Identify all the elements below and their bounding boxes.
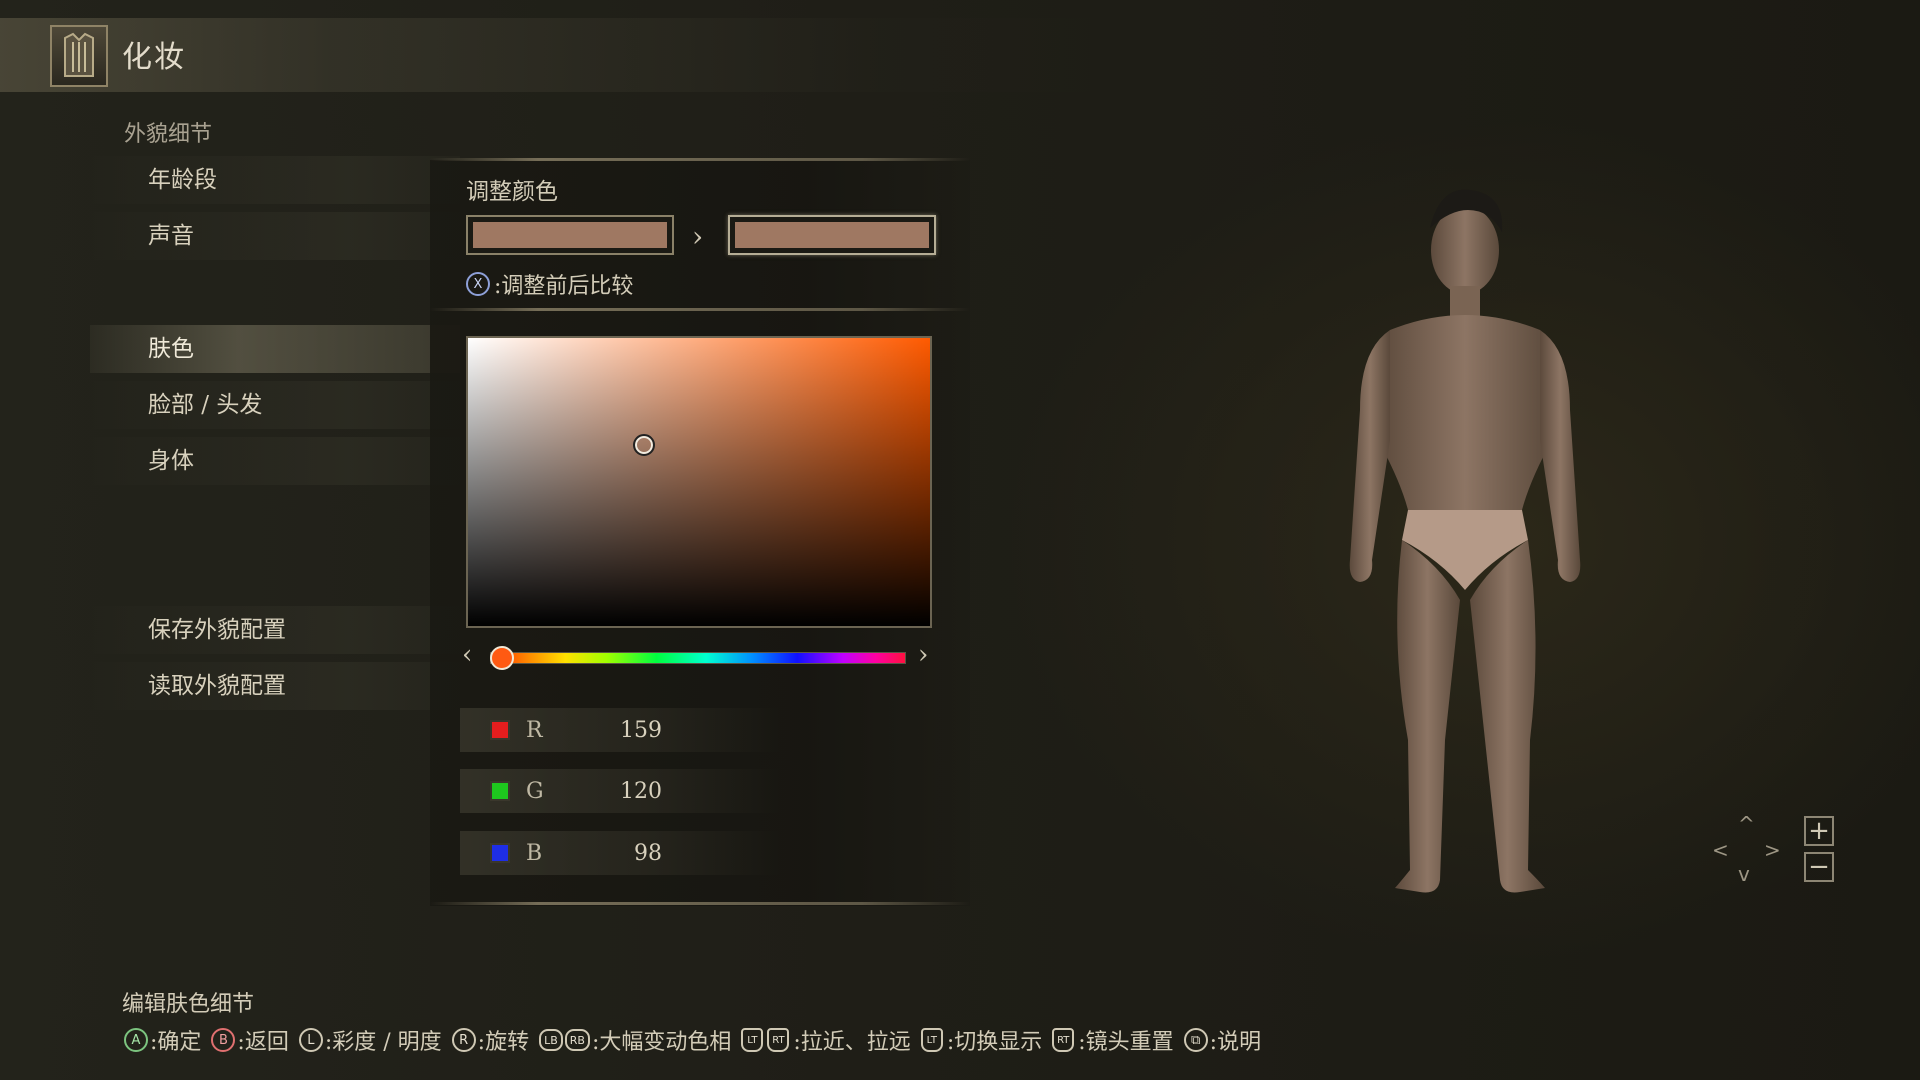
hint-help-text: :说明 <box>1209 1030 1262 1055</box>
hint-camera-reset[interactable]: RT :镜头重置 <box>1052 1024 1174 1056</box>
panel-top-divider <box>430 158 970 161</box>
panel-title: 调整颜色 <box>466 179 558 205</box>
character-preview[interactable] <box>1290 180 1640 920</box>
lb-button-icon: LB <box>539 1029 563 1051</box>
menu-item-age[interactable]: 年龄段 <box>90 156 460 204</box>
footer-title: 编辑肤色细节 <box>122 992 255 1017</box>
zoom-in-button[interactable]: + <box>1804 816 1834 846</box>
rgb-value-b: 98 <box>634 840 662 866</box>
after-color-swatch <box>728 215 936 255</box>
green-channel-chip <box>490 781 510 801</box>
hue-left-arrow-icon[interactable]: ‹ <box>462 640 472 670</box>
camera-left-icon[interactable]: < <box>1712 838 1729 862</box>
hint-camera-reset-text: :镜头重置 <box>1078 1030 1174 1055</box>
armor-icon <box>50 25 108 87</box>
rgb-value-r: 159 <box>620 717 662 743</box>
blue-channel-chip <box>490 843 510 863</box>
footer-hints: A :确定 B :返回 L :彩度 / 明度 R :旋转 LB RB :大幅变动… <box>124 1024 1271 1056</box>
right-stick-icon: R <box>451 1028 476 1052</box>
compare-hint-text: :调整前后比较 <box>494 274 634 299</box>
compare-hint[interactable]: X :调整前后比较 <box>466 268 633 300</box>
rgb-label-g: G <box>526 778 544 804</box>
hint-hue-shift[interactable]: LB RB :大幅变动色相 <box>539 1024 731 1056</box>
x-button-icon: X <box>466 272 490 296</box>
rgb-row-green[interactable]: G 120 <box>460 769 780 813</box>
hue-right-arrow-icon[interactable]: › <box>918 640 928 670</box>
camera-down-icon[interactable]: v <box>1738 862 1750 886</box>
hint-back[interactable]: B :返回 <box>211 1024 289 1056</box>
section-label: 外貌细节 <box>124 122 213 147</box>
page-title: 化妆 <box>122 40 186 75</box>
hint-zoom-text: :拉近、拉远 <box>793 1030 911 1055</box>
menu-item-face-hair[interactable]: 脸部 / 头发 <box>90 381 460 429</box>
hint-toggle-display[interactable]: LT :切换显示 <box>920 1024 1043 1056</box>
lt-button-icon: LT <box>741 1028 764 1052</box>
hint-toggle-display-text: :切换显示 <box>946 1030 1043 1055</box>
rgb-label-b: B <box>526 840 543 866</box>
menu-item-load-appearance[interactable]: 读取外貌配置 <box>90 662 460 710</box>
b-button-icon: B <box>211 1028 236 1052</box>
menu-item-save-appearance[interactable]: 保存外貌配置 <box>90 606 460 654</box>
hint-confirm[interactable]: A :确定 <box>124 1024 201 1056</box>
panel-bottom-divider <box>430 902 970 905</box>
panel-mid-divider <box>430 308 970 311</box>
hint-rotate-text: :旋转 <box>477 1030 530 1055</box>
hint-help[interactable]: ⧉ :说明 <box>1183 1024 1262 1056</box>
menu-item-skin-color[interactable]: 肤色 <box>90 325 460 373</box>
after-color-fill <box>735 222 929 248</box>
zoom-out-button[interactable]: − <box>1804 852 1834 882</box>
a-button-icon: A <box>124 1028 148 1052</box>
camera-up-icon[interactable]: ^ <box>1738 812 1755 836</box>
chevron-right-icon: › <box>692 220 704 253</box>
rgb-label-r: R <box>526 717 543 743</box>
rgb-row-red[interactable]: R 159 <box>460 708 780 752</box>
menu-item-body[interactable]: 身体 <box>90 437 460 485</box>
hint-confirm-text: :确定 <box>150 1030 202 1055</box>
rgb-value-g: 120 <box>620 778 662 804</box>
red-channel-chip <box>490 720 510 740</box>
left-stick-icon: L <box>298 1028 323 1052</box>
hint-saturation-text: :彩度 / 明度 <box>324 1030 442 1055</box>
hue-slider[interactable] <box>490 652 906 664</box>
menu-item-voice[interactable]: 声音 <box>90 212 460 260</box>
hint-back-text: :返回 <box>237 1030 289 1055</box>
rt-stack-icon: RT <box>1052 1028 1075 1052</box>
view-button-icon: ⧉ <box>1183 1028 1208 1052</box>
saturation-value-picker[interactable] <box>466 336 932 628</box>
rgb-row-blue[interactable]: B 98 <box>460 831 780 875</box>
hint-zoom[interactable]: LT RT :拉近、拉远 <box>741 1024 911 1056</box>
before-color-swatch <box>466 215 674 255</box>
rb-button-icon: RB <box>564 1029 590 1051</box>
lt-stack-icon: LT <box>920 1028 943 1052</box>
camera-right-icon[interactable]: > <box>1764 838 1781 862</box>
before-color-fill <box>473 222 667 248</box>
hint-saturation[interactable]: L :彩度 / 明度 <box>298 1024 442 1056</box>
color-picker-cursor[interactable] <box>633 434 655 456</box>
hint-hue-shift-text: :大幅变动色相 <box>591 1030 732 1055</box>
rt-button-icon: RT <box>767 1028 790 1052</box>
hint-rotate[interactable]: R :旋转 <box>451 1024 530 1056</box>
